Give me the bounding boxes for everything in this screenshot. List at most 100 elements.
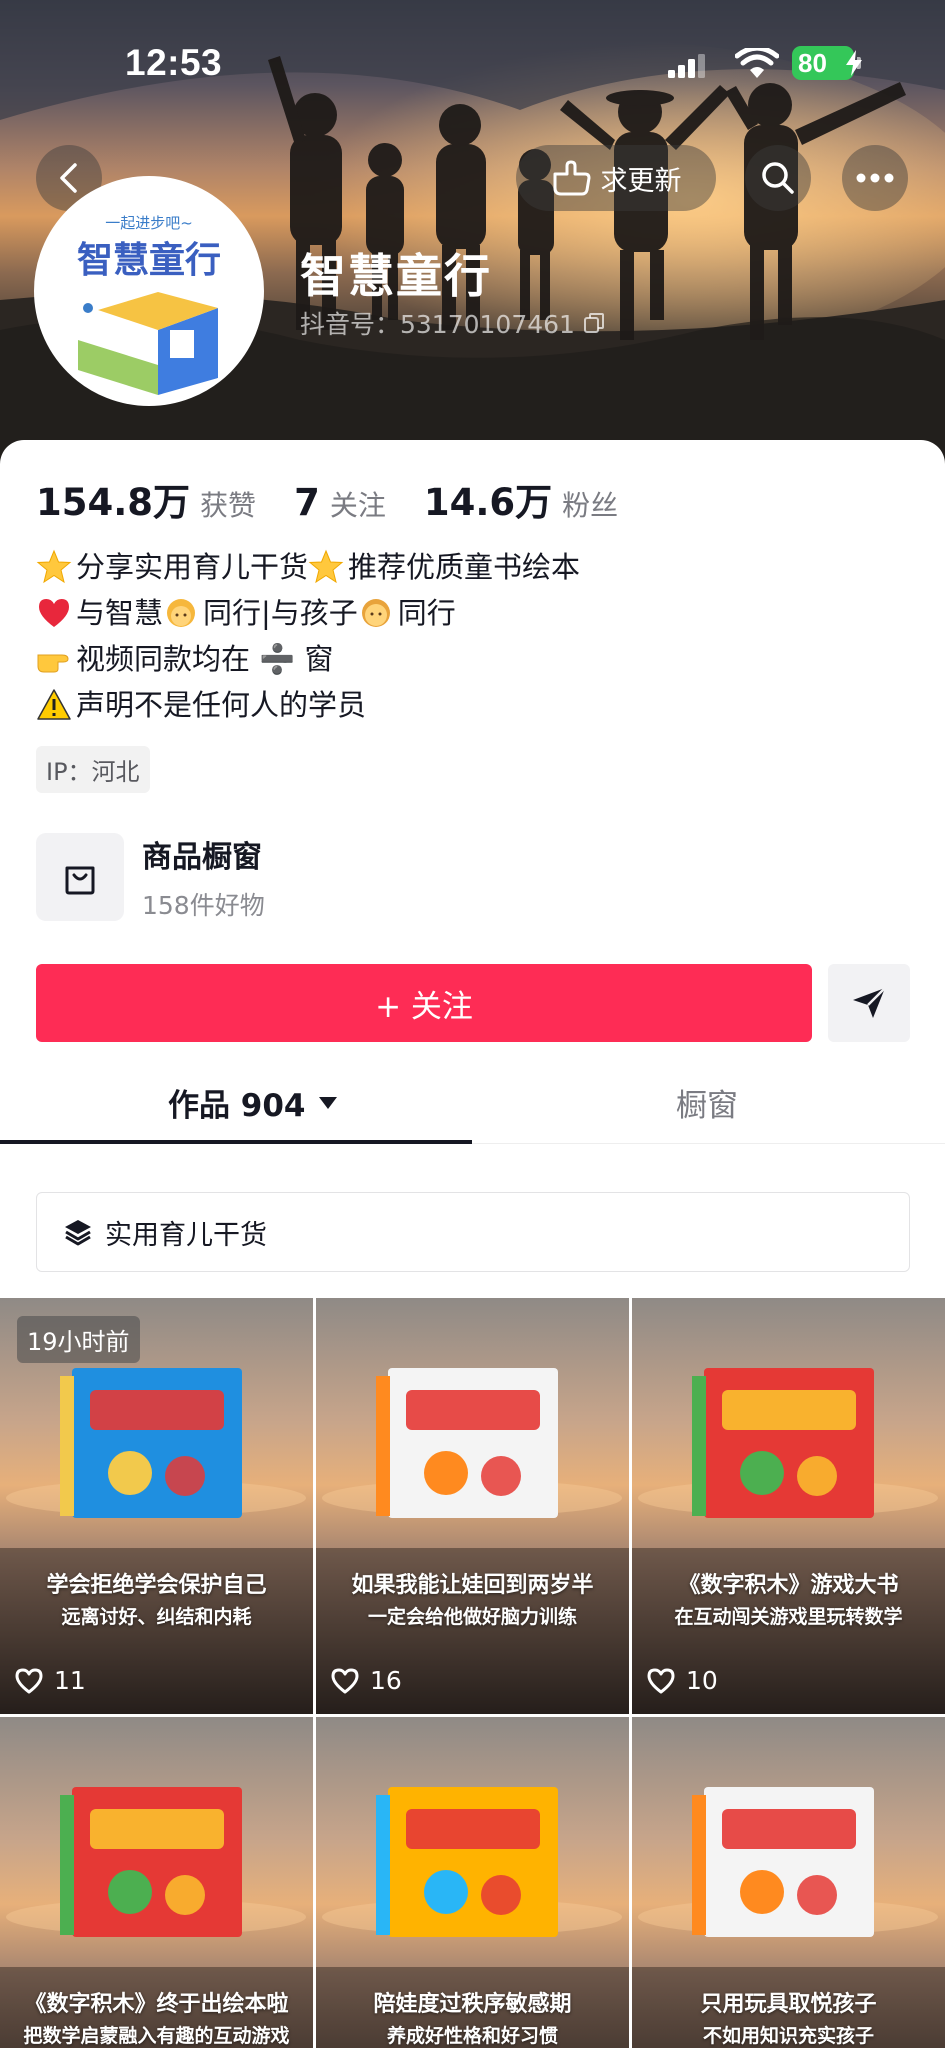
video-item[interactable]: 如果我能让娃回到两岁半 一定会给他做好脑力训练 16 [316,1298,629,1714]
bio-text: 声明不是任何人的学员 [76,688,367,722]
video-thumbnail [316,1298,629,1714]
video-caption: 只用玩具取悦孩子 不如用知识充实孩子 [632,1989,945,2048]
profile-stats: 154.8万 获赞 7 关注 14.6万 粉丝 [36,472,656,526]
collection-filter[interactable]: 实用育儿干货 [36,1192,910,1272]
heart-emoji-icon [36,595,72,631]
profile-avatar[interactable]: 一起进步吧~ 智慧童行 [34,176,264,406]
bio-line-3: 视频同款均在 ➗ 窗 [36,636,580,682]
active-tab-indicator [0,1140,472,1144]
battery-indicator: 80 [792,46,862,80]
share-button[interactable] [828,964,910,1042]
shop-icon-container [36,833,124,921]
child-emoji-icon [358,595,394,631]
star-emoji-icon [36,549,72,585]
video-thumbnail [632,1298,945,1714]
caption-line-2: 不如用知识充实孩子 [702,2025,874,2047]
status-bar: 12:53 80 [0,40,945,90]
caption-line-2: 一定会给他做好脑力训练 [367,1606,577,1628]
heart-icon [647,1668,675,1693]
stat-label: 获赞 [200,489,257,522]
stat-label: 粉丝 [562,489,619,522]
caption-line-1: 如果我能让娃回到两岁半 [351,1573,594,1598]
warning-emoji-icon [36,687,72,723]
book-cover [60,1787,242,1937]
tab-showcase[interactable]: 橱窗 [676,1080,738,1125]
stat-following[interactable]: 7 关注 [294,481,386,524]
video-item[interactable]: 陪娃度过秩序敏感期 养成好性格和好习惯 [316,1717,629,2048]
ip-location-tag: IP：河北 [36,746,150,793]
profile-banner: 12:53 80 求更新 一起进步吧~ 智慧童行 智慧童行 抖音号：531701… [0,0,945,470]
book-cover [60,1368,242,1518]
stat-value: 7 [294,481,320,524]
back-arrow-icon [60,163,77,193]
book-cover [692,1368,874,1518]
pointing-right-emoji-icon [36,641,72,677]
profile-tabs: 作品 904 橱窗 [0,1072,945,1144]
video-caption: 陪娃度过秩序敏感期 养成好性格和好习惯 [316,1989,629,2048]
cellular-signal-icon [668,54,705,78]
search-icon [762,162,794,194]
douyin-id[interactable]: 抖音号：53170107461 [300,305,605,341]
stat-value: 154.8万 [36,481,191,524]
follow-button[interactable]: + 关注 [36,964,812,1042]
wifi-icon [735,48,779,78]
tab-works-label: 作品 904 [168,1088,306,1124]
dropdown-triangle-icon [318,1096,337,1109]
bio-text: 视频同款均在 ➗ 窗 [76,642,334,676]
girl-emoji-icon [163,595,199,631]
bio-text: 同行|与孩子 [203,596,358,630]
profile-name: 智慧童行 [300,249,492,303]
video-item[interactable]: 19小时前 学会拒绝学会保护自己 远离讨好、纠结和内耗 11 [0,1298,313,1714]
heart-icon [15,1668,43,1693]
video-item[interactable]: 只用玩具取悦孩子 不如用知识充实孩子 [632,1717,945,2048]
video-item[interactable]: 《数字积木》游戏大书 在互动闯关游戏里玩转数学 10 [632,1298,945,1714]
bio-line-2: 与智慧 同行|与孩子 同行 [36,590,580,636]
video-caption: 学会拒绝学会保护自己 远离讨好、纠结和内耗 [0,1570,313,1632]
more-options-button[interactable] [842,145,908,211]
video-caption: 《数字积木》终于出绘本啦 把数学启蒙融入有趣的互动游戏 [0,1989,313,2048]
stat-followers[interactable]: 14.6万 粉丝 [424,472,618,526]
battery-tip [857,57,861,69]
caption-line-2: 把数学启蒙融入有趣的互动游戏 [23,2025,290,2047]
like-count: 11 [14,1666,86,1695]
avatar-tagline: 一起进步吧~ [105,214,193,232]
status-time: 12:53 [125,42,223,83]
bio-text: 与智慧 [76,596,164,630]
bio-line-1: 分享实用育儿干货 推荐优质童书绘本 [36,544,580,590]
post-time-badge: 19小时前 [17,1316,140,1363]
bio-text: 同行 [397,596,456,630]
caption-line-1: 只用玩具取悦孩子 [700,1992,877,2017]
heart-icon [331,1668,359,1693]
send-arrow-icon [853,987,886,1018]
caption-line-1: 学会拒绝学会保护自己 [46,1573,267,1598]
like-count-text: 16 [370,1666,402,1695]
avatar-brand-text: 智慧童行 [77,239,221,281]
shop-title: 商品橱窗 [142,840,262,875]
star-emoji-icon [308,549,344,585]
pointing-hand-icon [553,160,590,196]
collection-label: 实用育儿干货 [105,1219,267,1251]
video-caption: 《数字积木》游戏大书 在互动闯关游戏里玩转数学 [632,1570,945,1632]
product-showcase-entry[interactable]: 商品橱窗 158件好物 [36,832,265,922]
stat-likes[interactable]: 154.8万 获赞 [36,472,256,526]
caption-line-2: 在互动闯关游戏里玩转数学 [674,1606,903,1628]
shop-subtitle: 158件好物 [142,891,265,920]
search-button[interactable] [745,145,811,211]
book-cover [376,1787,558,1937]
caption-line-1: 陪娃度过秩序敏感期 [373,1992,572,2017]
video-item[interactable]: 《数字积木》终于出绘本啦 把数学启蒙融入有趣的互动游戏 [0,1717,313,2048]
like-count-text: 11 [54,1666,86,1695]
bio-text: 分享实用育儿干货 [76,550,309,584]
like-count: 16 [330,1666,402,1695]
caption-line-2: 养成好性格和好习惯 [386,2025,558,2047]
bio-line-4: 声明不是任何人的学员 [36,682,580,728]
request-update-button[interactable]: 求更新 [516,145,716,211]
profile-bio: 分享实用育儿干货 推荐优质童书绘本 与智慧 同行|与孩子 同行 视频同款均在 ➗… [36,544,580,728]
tab-works[interactable]: 作品 904 [168,1080,338,1125]
copy-icon[interactable] [583,312,605,334]
battery-level: 80 [798,48,827,78]
more-dots-icon [856,173,894,183]
douyin-id-text: 抖音号：53170107461 [300,310,575,339]
avatar-logo-image: 一起进步吧~ 智慧童行 [38,180,260,402]
like-count-text: 10 [686,1666,718,1695]
